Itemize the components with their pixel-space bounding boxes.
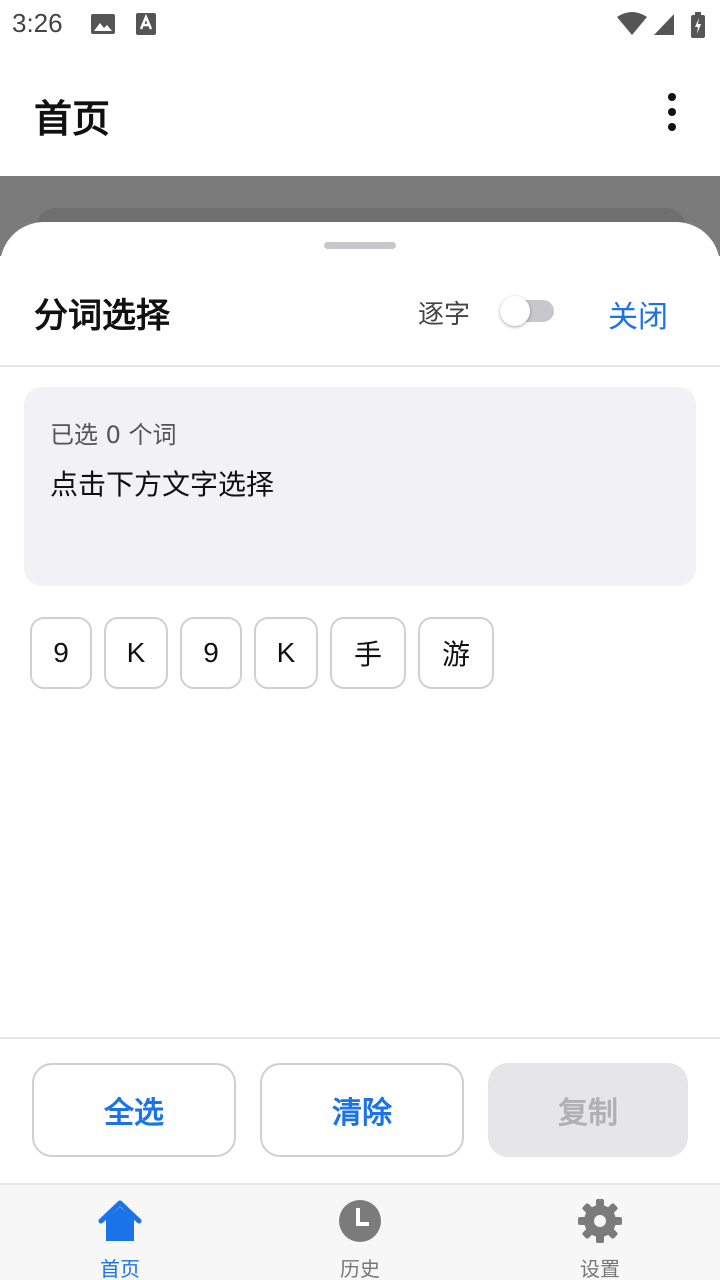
battery-icon (690, 12, 706, 42)
selection-preview: 已选 0 个词 点击下方文字选择 (24, 387, 696, 586)
gear-icon (578, 1199, 622, 1243)
char-mode-toggle[interactable] (500, 296, 554, 326)
selection-hint: 点击下方文字选择 (50, 468, 275, 501)
status-bar: 3:26 (0, 0, 720, 48)
char-mode-label: 逐字 (418, 300, 471, 330)
nav-label: 设置 (580, 1257, 620, 1280)
sheet-title: 分词选择 (34, 296, 170, 336)
copy-button[interactable]: 复制 (488, 1063, 688, 1157)
history-clock-icon (338, 1199, 382, 1243)
nav-label: 历史 (340, 1257, 380, 1280)
token-chip[interactable]: 游 (418, 617, 494, 689)
selected-count: 已选 0 个词 (50, 421, 177, 449)
page-title: 首页 (34, 97, 111, 141)
clear-button[interactable]: 清除 (260, 1063, 464, 1157)
app-bar: 首页 (0, 48, 720, 176)
word-segmentation-sheet: 分词选择 逐字 关闭 已选 0 个词 点击下方文字选择 9 K 9 K 手 游 … (0, 222, 720, 1183)
bottom-nav: 首页 历史 设置 (0, 1183, 720, 1280)
nav-item-history[interactable]: 历史 (240, 1185, 480, 1280)
more-vert-icon (668, 93, 676, 101)
home-icon (98, 1199, 142, 1243)
token-chip[interactable]: 9 (30, 617, 92, 689)
nav-item-home[interactable]: 首页 (0, 1185, 240, 1280)
nav-item-settings[interactable]: 设置 (480, 1185, 720, 1280)
token-chip[interactable]: 9 (180, 617, 242, 689)
keyboard-notification-icon (134, 12, 158, 40)
divider (0, 1037, 720, 1039)
token-chip[interactable]: 手 (330, 617, 406, 689)
token-chip[interactable]: K (254, 617, 318, 689)
select-all-button[interactable]: 全选 (32, 1063, 236, 1157)
nav-label: 首页 (100, 1257, 140, 1280)
drag-handle[interactable] (324, 242, 396, 249)
wifi-icon (616, 12, 648, 40)
overflow-menu-button[interactable] (648, 84, 696, 140)
close-button[interactable]: 关闭 (608, 292, 668, 336)
toggle-knob (500, 296, 530, 326)
cellular-signal-icon (652, 12, 676, 40)
divider (0, 365, 720, 367)
status-time: 3:26 (12, 8, 63, 38)
image-notification-icon (90, 12, 116, 40)
token-chip[interactable]: K (104, 617, 168, 689)
